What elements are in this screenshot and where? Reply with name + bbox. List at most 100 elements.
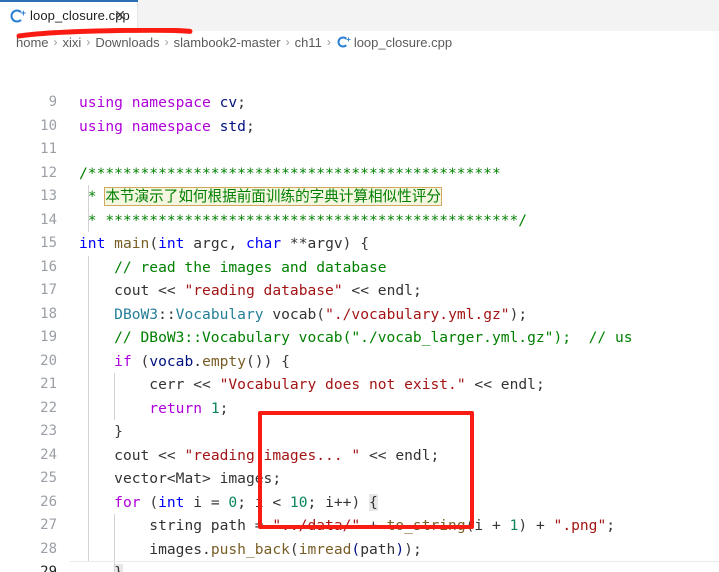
code-token: vocab xyxy=(263,305,317,323)
code-line[interactable]: 23 } xyxy=(0,420,719,444)
code-line[interactable]: 14 * ***********************************… xyxy=(0,209,719,233)
code-line[interactable]: 25 vector<Mat> images; xyxy=(0,467,719,491)
code-token: << xyxy=(184,376,220,393)
code-line[interactable]: 12 /*************************************… xyxy=(0,162,719,186)
editor-tab-bar: + loop_closure.cpp ✕ xyxy=(0,0,719,32)
code-token: to_string xyxy=(386,517,466,534)
indent-guide xyxy=(88,185,89,232)
code-line[interactable]: 20 if (vocab.empty()) { xyxy=(0,350,719,374)
line-number: 28 xyxy=(40,540,57,557)
code-token: ; xyxy=(412,540,422,558)
code-text: for (int i = 0; i < 10; i++) { xyxy=(79,491,378,515)
close-icon[interactable]: ✕ xyxy=(112,7,128,23)
breadcrumb-item-downloads[interactable]: Downloads xyxy=(95,35,159,50)
vscode-window: + loop_closure.cpp ✕ home › xixi › Downl… xyxy=(0,0,719,572)
code-line[interactable]: 18 DBoW3::Vocabulary vocab("./vocabulary… xyxy=(0,303,719,327)
code-token: namespace xyxy=(131,94,220,111)
code-text: vector<Mat> images; xyxy=(79,467,281,491)
code-token: :: xyxy=(158,305,176,323)
code-line[interactable]: 16 // read the images and database xyxy=(0,256,719,280)
code-token: << xyxy=(149,446,185,464)
code-line[interactable]: 10 using namespace std; xyxy=(0,115,719,139)
code-token: "./vocabulary.yml.gz" xyxy=(325,305,510,323)
line-number: 24 xyxy=(40,446,57,463)
code-token: string path = xyxy=(149,517,273,534)
code-token: cerr xyxy=(149,376,185,393)
breadcrumb-item-ch11[interactable]: ch11 xyxy=(295,35,322,50)
code-token: "Vocabulary does not exist." xyxy=(219,376,466,393)
code-line[interactable]: 13 * 本节演示了如何根据前面训练的字典计算相似性评分 xyxy=(0,185,719,209)
breadcrumb-item-home[interactable]: home xyxy=(16,35,49,50)
code-token: ( xyxy=(149,493,159,511)
code-line[interactable]: 29 } xyxy=(0,561,719,572)
code-line[interactable]: 19 // DBoW3::Vocabulary vocab("./vocab_l… xyxy=(0,326,719,350)
indent-guide xyxy=(114,514,115,572)
line-number: 15 xyxy=(40,235,57,251)
code-line[interactable]: 21 cerr << "Vocabulary does not exist." … xyxy=(0,373,719,397)
code-token: ; i < xyxy=(237,493,290,511)
code-line[interactable]: 22 return 1; xyxy=(0,397,719,421)
code-line[interactable]: 24 cout << "reading images... " << endl; xyxy=(0,444,719,468)
code-token: << xyxy=(360,446,396,464)
code-line[interactable]: 28 images.push_back(imread(path)); xyxy=(0,538,719,562)
code-token: > images xyxy=(202,470,273,487)
line-number: 22 xyxy=(40,399,57,416)
line-number: 9 xyxy=(48,94,57,110)
code-token: images xyxy=(149,540,203,558)
code-text: /***************************************… xyxy=(79,162,501,186)
tab-loop_closure-cpp[interactable]: + loop_closure.cpp ✕ xyxy=(0,0,138,31)
code-token: * **************************************… xyxy=(79,211,528,229)
code-token: 1 xyxy=(210,399,220,417)
highlighted-comment-text: 本节演示了如何根据前面训练的字典计算相似性评分 xyxy=(104,187,443,206)
code-text: using namespace std; xyxy=(79,115,255,139)
code-text: cout << "reading database" << endl; xyxy=(79,279,422,303)
code-token: ) xyxy=(518,517,528,534)
code-line[interactable]: 27 string path = "../data/" + to_string(… xyxy=(0,514,719,538)
code-token: << xyxy=(149,282,185,299)
code-token: ; xyxy=(518,305,528,323)
code-token: * xyxy=(79,188,106,205)
code-line[interactable]: 26 for (int i = 0; i < 10; i++) { xyxy=(0,491,719,515)
code-token: << xyxy=(465,376,501,393)
code-token: empty xyxy=(202,352,246,370)
code-token: ) xyxy=(395,540,405,558)
breadcrumb-item-loop_closure-cpp[interactable]: loop_closure.cpp xyxy=(354,35,452,50)
code-text: // read the images and database xyxy=(79,256,386,280)
code-token: push_back xyxy=(210,540,290,558)
code-token: { xyxy=(369,493,378,511)
code-token: << xyxy=(342,282,378,299)
line-number: 13 xyxy=(40,188,57,204)
code-token: **argv xyxy=(281,235,343,252)
code-token: endl xyxy=(500,376,536,393)
code-token: int xyxy=(79,235,106,252)
code-line[interactable]: 9 using namespace cv; xyxy=(0,91,719,115)
breadcrumb-item-slambook2-master[interactable]: slambook2-master xyxy=(174,35,281,50)
code-token: ; xyxy=(412,282,422,299)
code-editor[interactable]: 9 using namespace cv; 10 using namespace st… xyxy=(0,53,719,572)
code-text: int main(int argc, char **argv) { xyxy=(79,232,369,256)
code-token: return xyxy=(149,399,203,417)
code-token: "reading database" xyxy=(184,282,343,299)
code-token: } xyxy=(114,423,123,440)
breadcrumb-item-xixi[interactable]: xixi xyxy=(63,35,82,50)
line-number: 12 xyxy=(40,164,57,181)
code-token: "../data/" xyxy=(272,517,361,534)
code-token: () xyxy=(246,352,264,370)
code-line[interactable]: 15 int main(int argc, char **argv) { xyxy=(0,232,719,256)
cpp-file-icon: + xyxy=(336,35,351,49)
line-number: 19 xyxy=(40,329,57,345)
code-token: main xyxy=(114,235,150,252)
line-number: 21 xyxy=(40,376,57,392)
code-line[interactable]: 17 cout << "reading database" << endl; xyxy=(0,279,719,303)
code-token: if xyxy=(114,352,132,370)
code-text: } xyxy=(79,420,123,444)
code-token: for xyxy=(114,493,141,511)
breadcrumb-separator: › xyxy=(285,35,290,49)
code-line[interactable]: 11 xyxy=(0,138,719,162)
code-token: ; i++ xyxy=(307,493,352,511)
code-text: images.push_back(imread(path)); xyxy=(79,538,422,562)
